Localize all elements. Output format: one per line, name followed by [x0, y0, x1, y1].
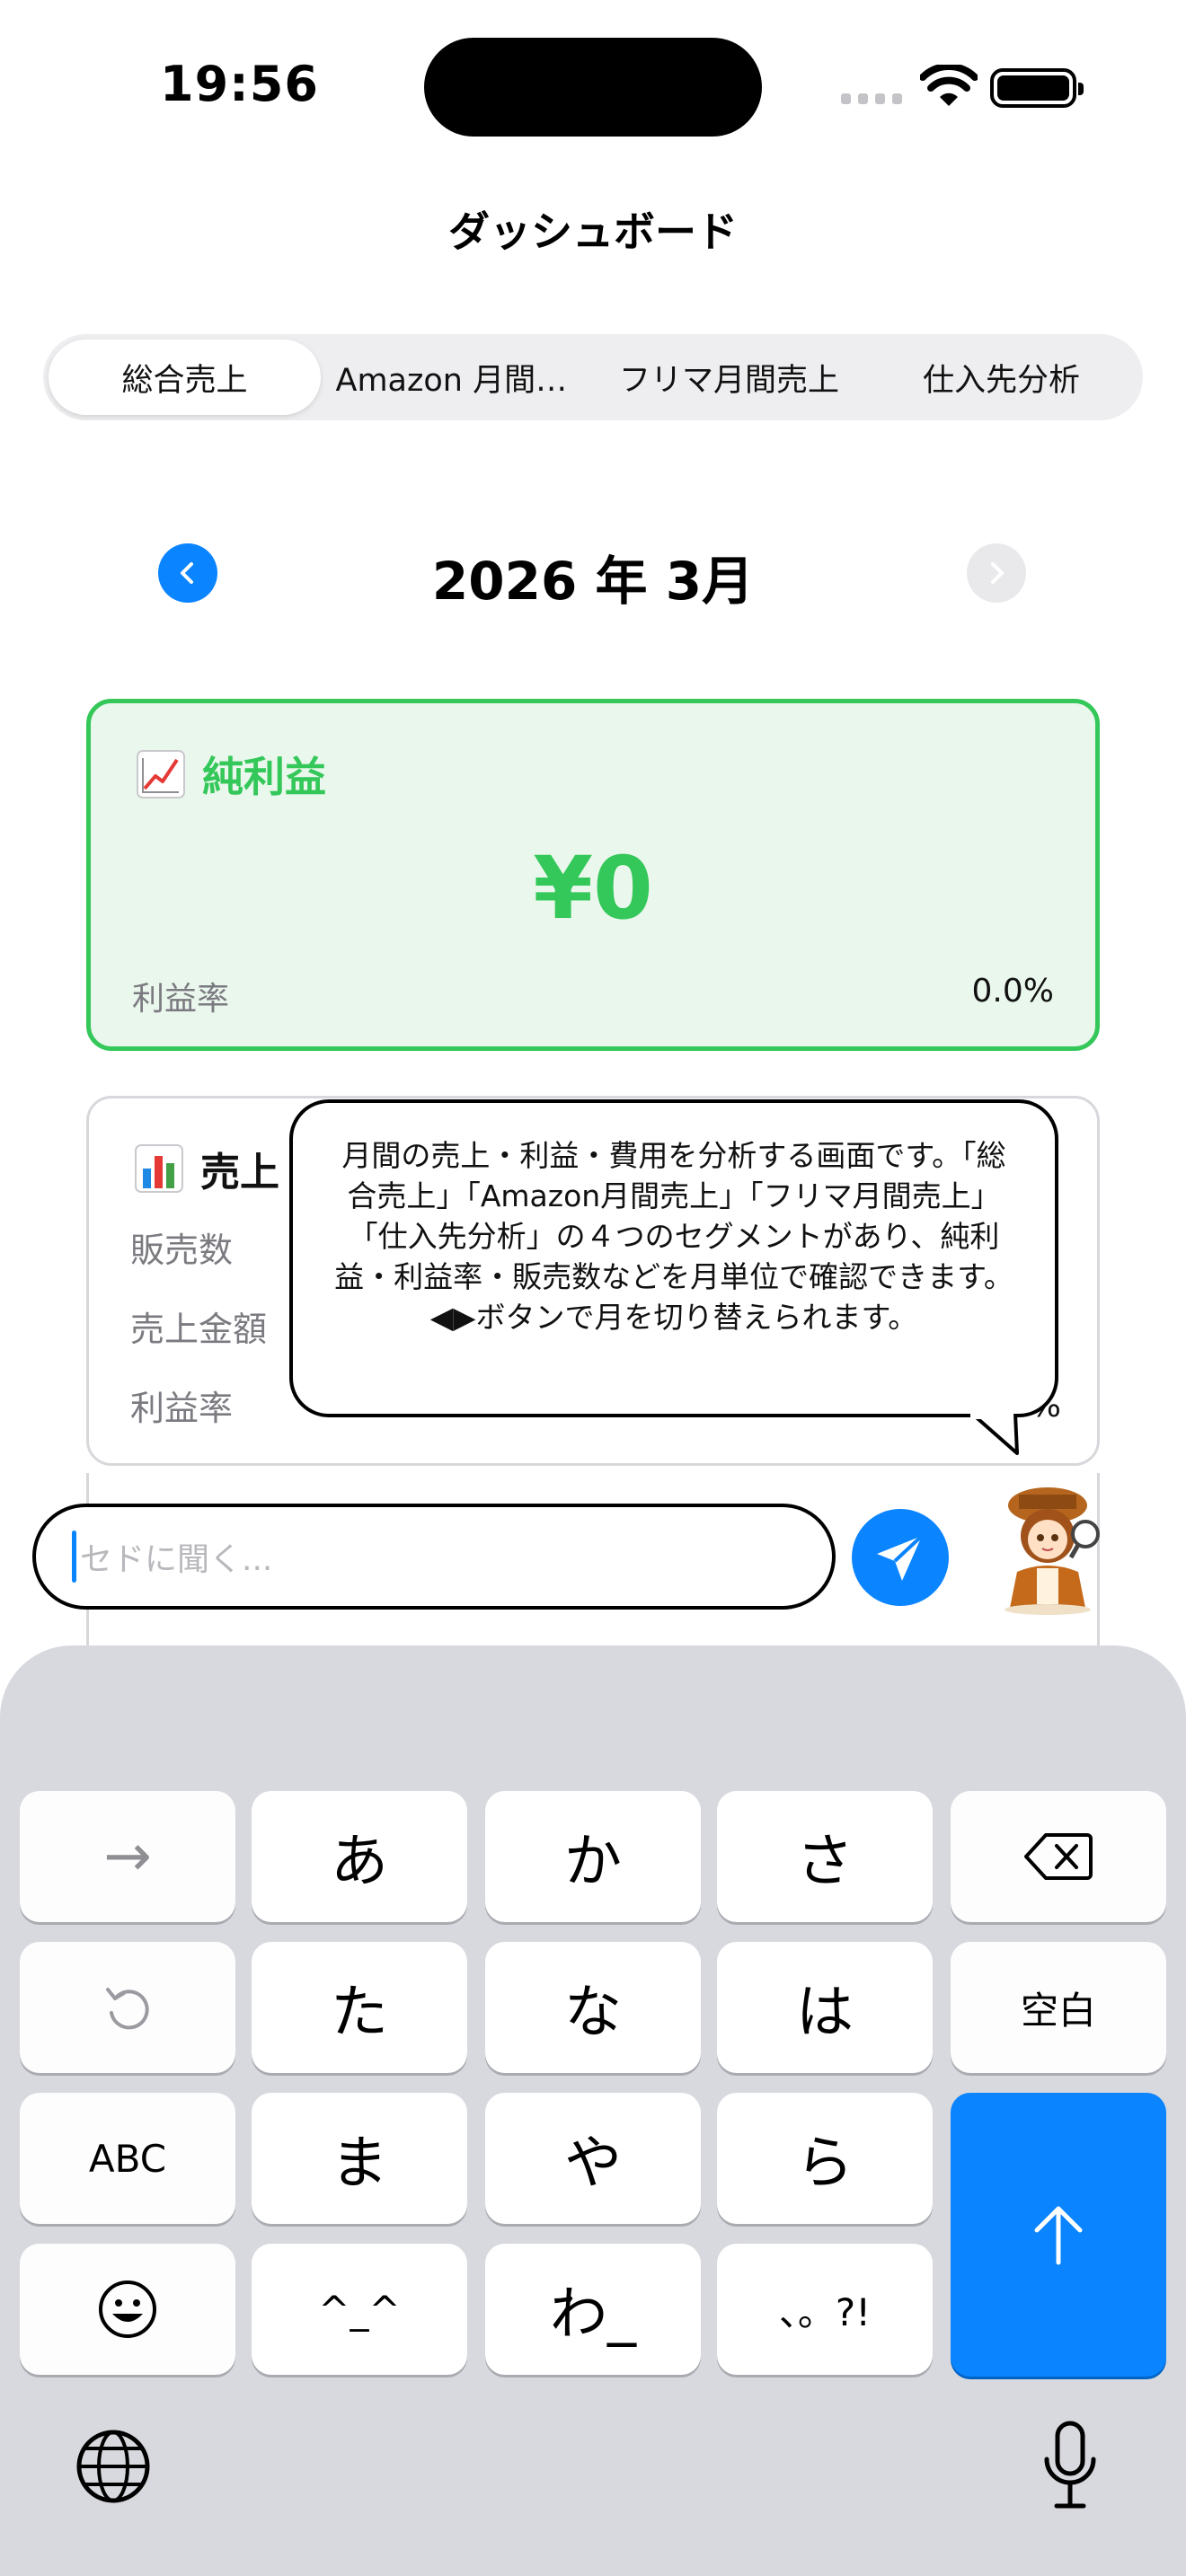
sales-count-label: 販売数	[130, 1231, 234, 1270]
net-profit-value: ¥0	[533, 838, 653, 939]
bubble-text: 月間の売上・利益・費用を分析する画面です。「総合売上」「Amazon月間売上」「…	[334, 1138, 1013, 1335]
segment-amazon-monthly[interactable]: Amazon 月間売上	[321, 340, 593, 415]
sales-profit-rate-label: 利益率	[130, 1389, 234, 1428]
key-label: →	[103, 1823, 152, 1890]
key-punctuation[interactable]: 、。?!	[717, 2244, 933, 2375]
key-emoji[interactable]	[20, 2244, 235, 2375]
send-button[interactable]	[852, 1509, 949, 1606]
emoji-icon	[99, 2280, 156, 2338]
key-undo[interactable]	[20, 1942, 235, 2073]
speech-bubble-tail	[970, 1414, 1019, 1455]
detective-girl-avatar[interactable]	[992, 1482, 1109, 1617]
key-emoticon[interactable]: ^_^	[252, 2244, 467, 2375]
sales-amount-label: 売上金額	[130, 1310, 268, 1349]
backspace-icon	[1024, 1833, 1093, 1880]
key-ma[interactable]: ま	[252, 2093, 467, 2224]
key-ra[interactable]: ら	[717, 2093, 933, 2224]
bar-chart-icon	[135, 1144, 183, 1193]
key-wa[interactable]: わ_	[485, 2244, 701, 2375]
segmented-control: 総合売上 Amazon 月間売上 フリマ月間売上 仕入先分析	[43, 334, 1143, 420]
chat-input-placeholder: セドに聞く...	[80, 1541, 273, 1578]
paper-plane-icon	[877, 1534, 924, 1581]
status-time: 19:56	[160, 56, 319, 112]
segment-total-sales[interactable]: 総合売上	[49, 340, 321, 415]
key-space[interactable]: 空白	[951, 1942, 1166, 2073]
key-ta[interactable]: た	[252, 1942, 467, 2073]
chat-input[interactable]: セドに聞く...	[32, 1504, 836, 1610]
key-a[interactable]: あ	[252, 1791, 467, 1922]
key-enter[interactable]	[951, 2093, 1166, 2377]
key-na[interactable]: な	[485, 1942, 701, 2073]
battery-icon	[990, 68, 1084, 108]
next-month-button[interactable]	[967, 543, 1026, 603]
key-ka[interactable]: か	[485, 1791, 701, 1922]
segment-supplier-analysis[interactable]: 仕入先分析	[865, 340, 1137, 415]
segment-flea-market-monthly[interactable]: フリマ月間売上	[593, 340, 865, 415]
undo-icon	[106, 1988, 149, 2030]
segment-label: 総合売上	[121, 362, 248, 399]
page-title: ダッシュボード	[448, 207, 738, 256]
text-caret	[72, 1531, 76, 1583]
key-abc[interactable]: ABC	[20, 2093, 235, 2224]
profit-rate-value: 0.0%	[971, 973, 1054, 1010]
wifi-icon	[920, 65, 978, 106]
chevron-right-icon	[991, 562, 1004, 584]
profit-rate-label: 利益率	[132, 981, 230, 1018]
key-backspace[interactable]	[951, 1791, 1166, 1922]
segment-label: 仕入先分析	[922, 362, 1080, 399]
dynamic-island	[424, 38, 762, 137]
enter-arrow-up-icon	[1034, 2206, 1083, 2265]
sales-card-title: 売上	[200, 1150, 279, 1195]
microphone-icon[interactable]	[1042, 2420, 1098, 2511]
assistant-speech-bubble: 月間の売上・利益・費用を分析する画面です。「総合売上」「Amazon月間売上」「…	[289, 1099, 1058, 1417]
segment-label: フリマ月間売上	[618, 362, 839, 399]
globe-icon[interactable]	[75, 2429, 151, 2504]
key-arrow[interactable]: →	[20, 1791, 235, 1922]
key-ya[interactable]: や	[485, 2093, 701, 2224]
cellular-signal-icon	[841, 93, 902, 106]
segment-label: Amazon 月間売上	[335, 362, 579, 399]
chart-increasing-icon	[137, 750, 185, 798]
net-profit-title: 純利益	[202, 753, 326, 801]
net-profit-card: 純利益 ¥0 利益率 0.0%	[86, 699, 1100, 1051]
key-ha[interactable]: は	[717, 1942, 933, 2073]
key-sa[interactable]: さ	[717, 1791, 933, 1922]
